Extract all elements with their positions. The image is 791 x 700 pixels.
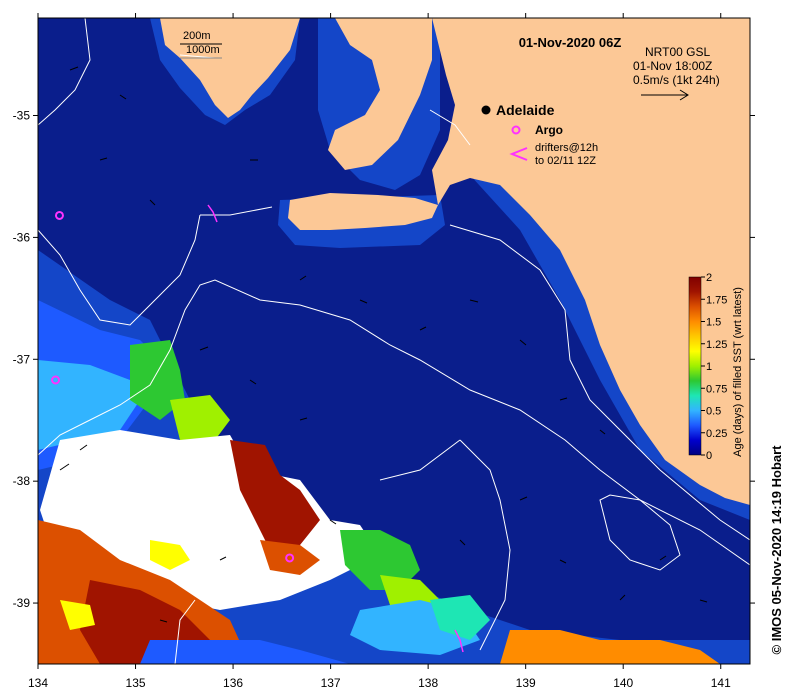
lon-tick-label: 140 (613, 676, 633, 690)
map-plot-area (38, 18, 750, 664)
copyright-label: © IMOS 05-Nov-2020 14:19 Hobart (769, 445, 784, 655)
lon-tick-label: 141 (711, 676, 731, 690)
lon-tick-label: 137 (321, 676, 341, 690)
lon-tick-label: 139 (516, 676, 536, 690)
lat-tick-label: -36 (13, 230, 31, 244)
argo-legend-label: Argo (535, 123, 563, 137)
lon-tick-label: 136 (223, 676, 243, 690)
colorbar-tick-label: 1.5 (706, 317, 721, 329)
colorbar-tick-label: 0.75 (706, 383, 727, 395)
lon-tick-label: 138 (418, 676, 438, 690)
colorbar-tick-label: 2 (706, 272, 712, 284)
lat-tick-label: -38 (13, 474, 31, 488)
colorbar-tick-label: 1.75 (706, 294, 727, 306)
colorbar-label: Age (days) of filled SST (wrt latest) (732, 287, 744, 457)
depth-legend-1000m: 1000m (186, 44, 220, 56)
lat-tick-label: -35 (13, 109, 31, 123)
depth-legend-200m: 200m (183, 30, 211, 42)
colorbar-tick-label: 1 (706, 361, 712, 373)
adelaide-marker (481, 105, 491, 115)
product-name: NRT00 GSL (645, 45, 710, 59)
drifter-legend-line1: drifters@12h (535, 142, 598, 154)
lat-tick-label: -39 (13, 596, 31, 610)
lat-tick-label: -37 (13, 352, 31, 366)
colorbar (688, 276, 702, 456)
colorbar-tick-label: 0.5 (706, 406, 721, 418)
colorbar-tick-label: 1.25 (706, 339, 727, 351)
colorbar-tick-label: 0 (706, 450, 712, 462)
lon-tick-label: 134 (28, 676, 48, 690)
adelaide-label: Adelaide (496, 102, 555, 118)
sst-age-map: 134 135 136 137 138 139 140 141 -35 -36 -37 -38 -39… (13, 13, 784, 690)
product-time: 01-Nov 18:00Z (633, 59, 712, 73)
map-title: 01-Nov-2020 06Z (519, 35, 622, 50)
lon-tick-label: 135 (126, 676, 146, 690)
drifter-legend-line2: to 02/11 12Z (535, 155, 596, 167)
colorbar-tick-label: 0.25 (706, 428, 727, 440)
vector-scale-label: 0.5m/s (1kt 24h) (633, 73, 720, 87)
